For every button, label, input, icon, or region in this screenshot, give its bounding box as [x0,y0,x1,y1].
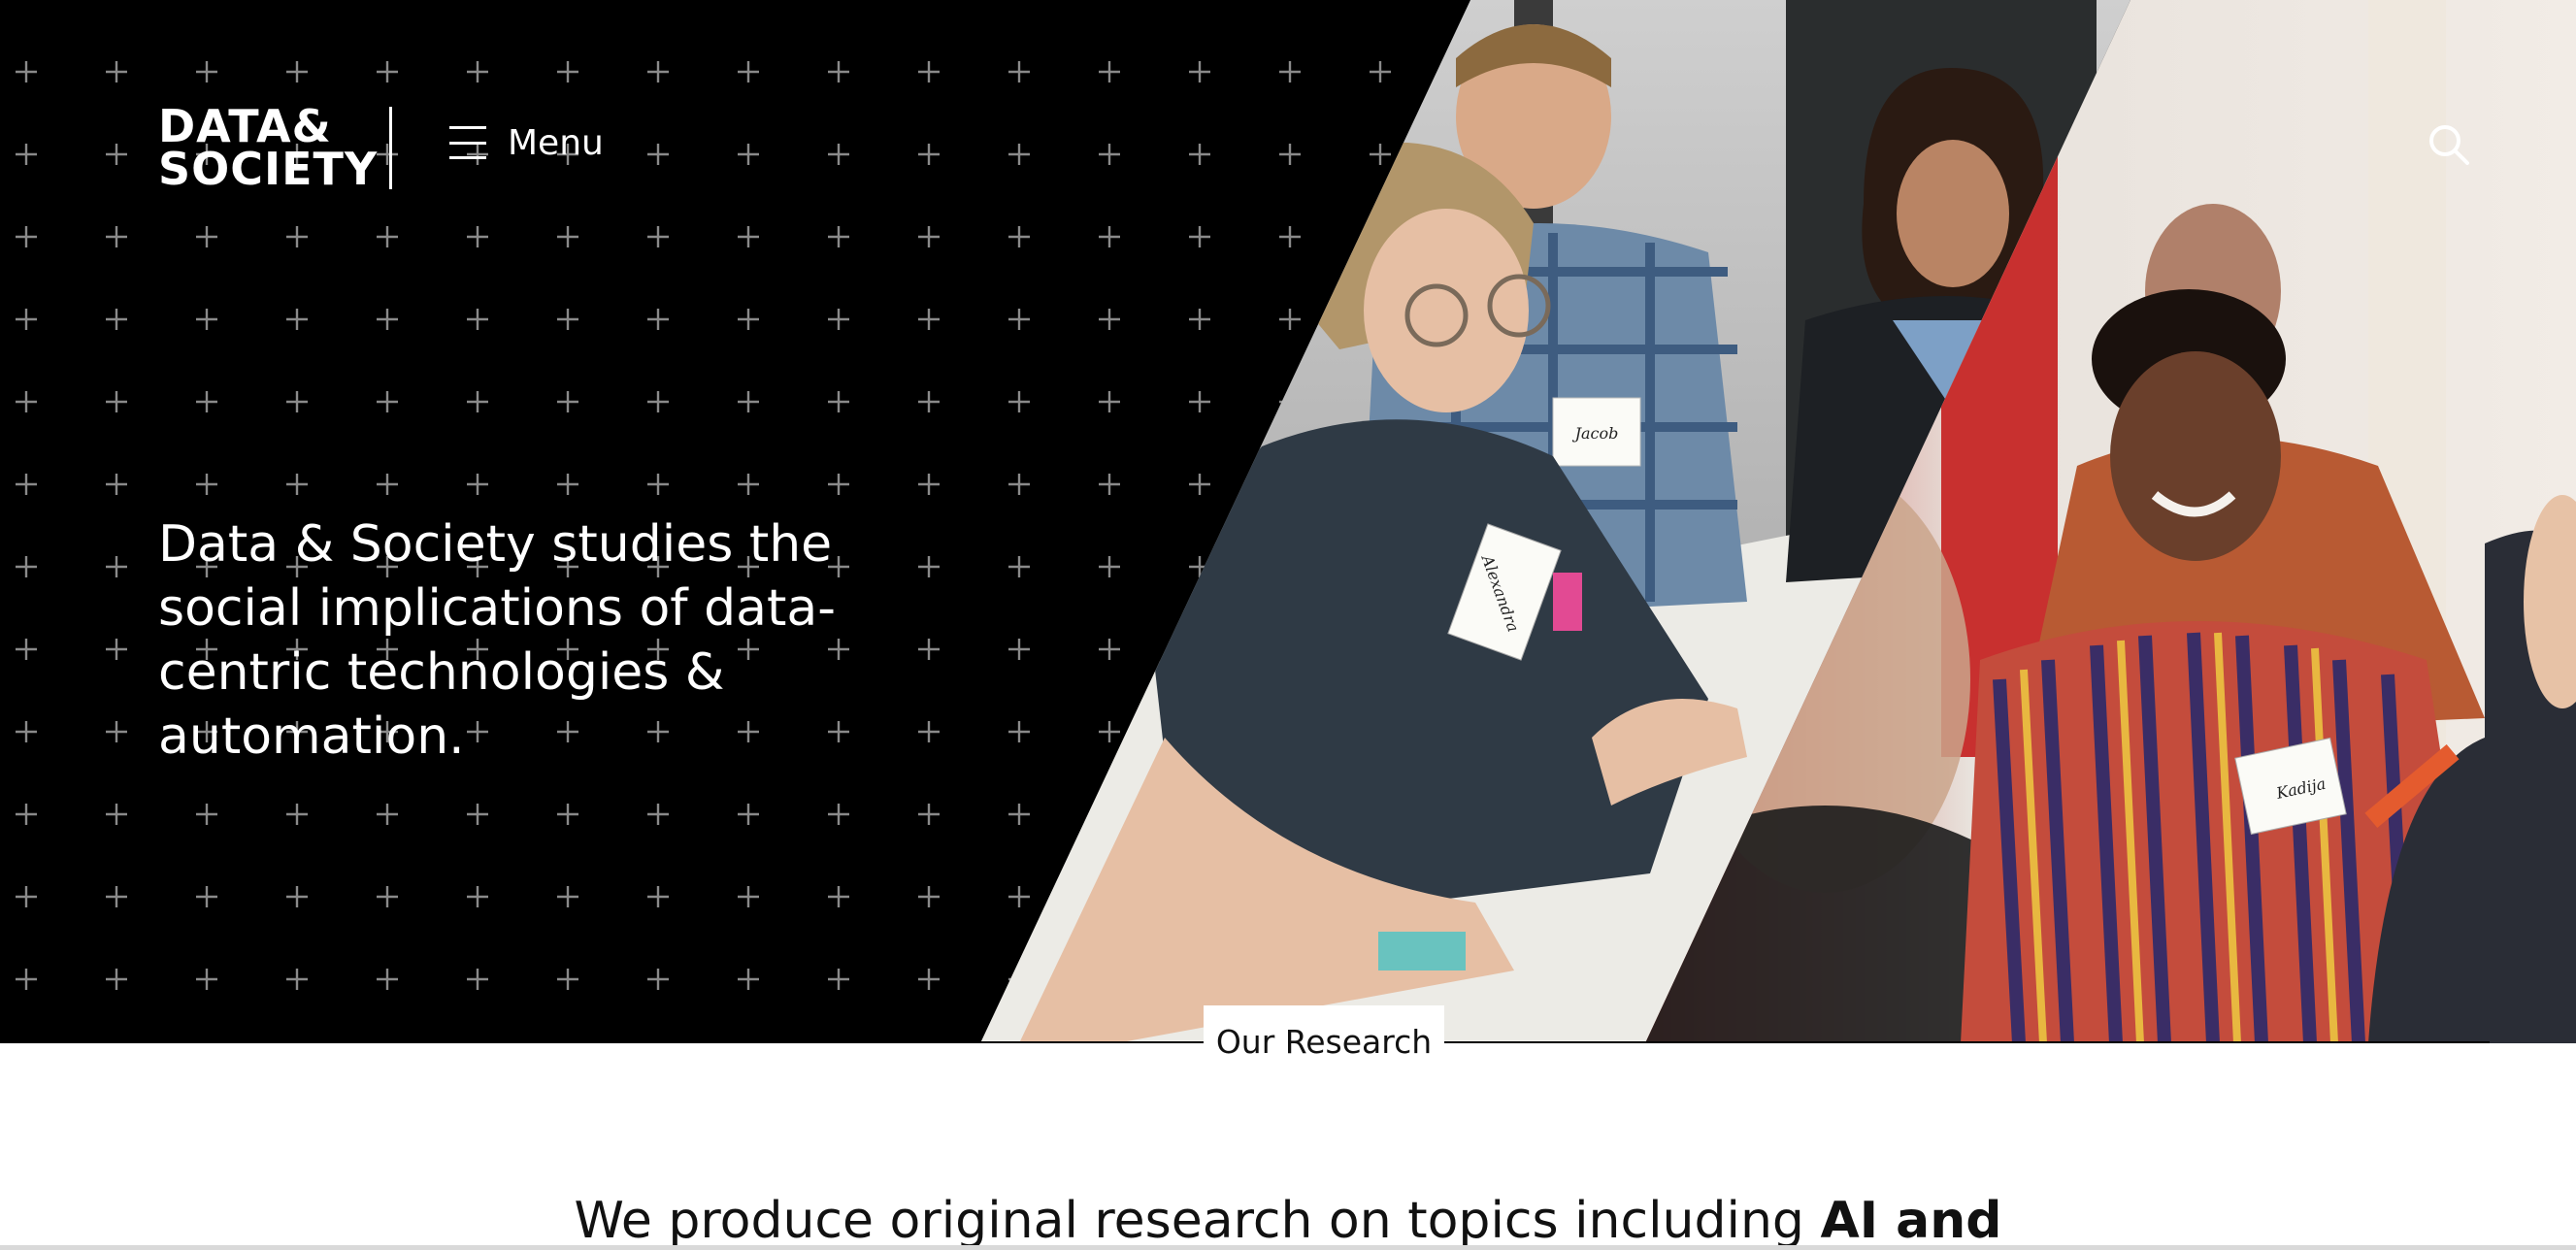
section-label-our-research: Our Research [1204,1005,1444,1077]
site-logo[interactable]: DATA& SOCIETY [158,100,379,195]
logo-line-2: SOCIETY [158,143,379,195]
hamburger-icon [449,126,486,159]
hero-heading: Data & Society studies the social implic… [158,515,837,766]
menu-label: Menu [508,122,604,163]
search-button[interactable] [2427,122,2471,167]
hero-banner: Jacob Alexandra Kadija DATA& SOCIETY Men… [0,0,2576,1043]
logo-line-1: DATA& [158,100,332,152]
name-tag-jacob: Jacob [1572,424,1619,443]
search-icon [2429,125,2469,165]
intro-text-bold: AI and [1820,1192,2002,1250]
menu-button[interactable]: Menu [449,118,604,167]
header-divider [389,107,392,189]
bottom-divider [0,1245,2576,1250]
intro-text-regular: We produce original research on topics i… [574,1192,1821,1250]
intro-text: We produce original research on topics i… [0,1192,2576,1250]
